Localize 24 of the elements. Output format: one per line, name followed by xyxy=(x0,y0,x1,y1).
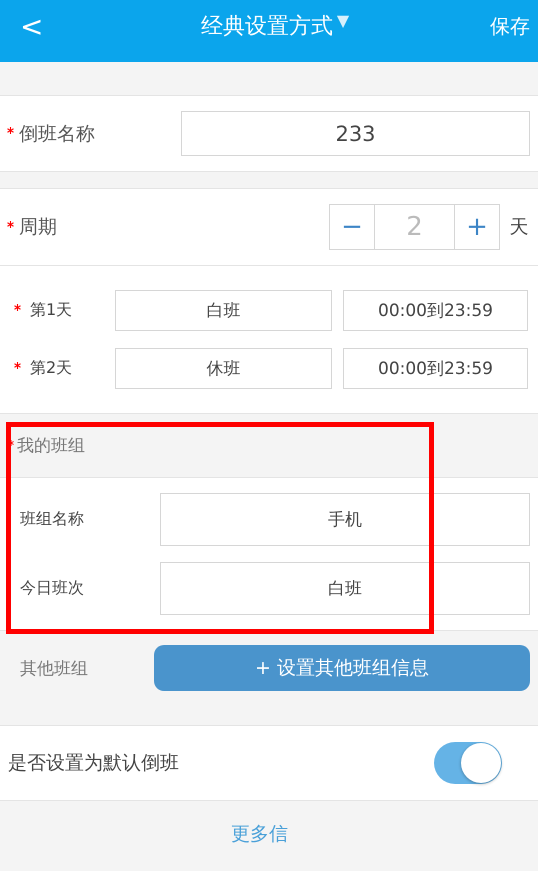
section-title: 我的班组 xyxy=(17,435,85,457)
add-team-button[interactable]: + 设置其他班组信息 xyxy=(154,645,530,691)
time-range-field[interactable]: 00:00到23:59 xyxy=(343,348,528,389)
shift-select[interactable]: 白班 xyxy=(115,290,332,331)
unit-label: 天 xyxy=(508,215,530,240)
shift-select[interactable]: 休班 xyxy=(115,348,332,389)
toggle-label: 是否设置为默认倒班 xyxy=(7,751,179,776)
field-label: 周期 xyxy=(19,215,57,240)
screen-title[interactable]: 经典设置方式 xyxy=(200,11,333,41)
back-button[interactable]: < xyxy=(0,10,60,42)
field-label: 班组名称 xyxy=(19,509,85,530)
field-label: 其他班组 xyxy=(19,658,89,680)
dropdown-icon[interactable]: ▼ xyxy=(336,11,350,41)
time-range-field[interactable]: 00:00到23:59 xyxy=(343,290,528,331)
day-label: 第1天 xyxy=(30,300,72,321)
more-link[interactable]: 更多信 xyxy=(231,823,288,845)
field-label: 今日班次 xyxy=(19,578,85,599)
save-button[interactable]: 保存 xyxy=(490,12,538,40)
input-field[interactable]: 手机 xyxy=(160,493,530,546)
toggle-switch[interactable] xyxy=(434,742,502,784)
field-label: 倒班名称 xyxy=(19,122,95,146)
day-label: 第2天 xyxy=(30,358,72,379)
input-field[interactable]: 白班 xyxy=(160,562,530,615)
shift-name-field[interactable]: 233 xyxy=(181,111,530,156)
